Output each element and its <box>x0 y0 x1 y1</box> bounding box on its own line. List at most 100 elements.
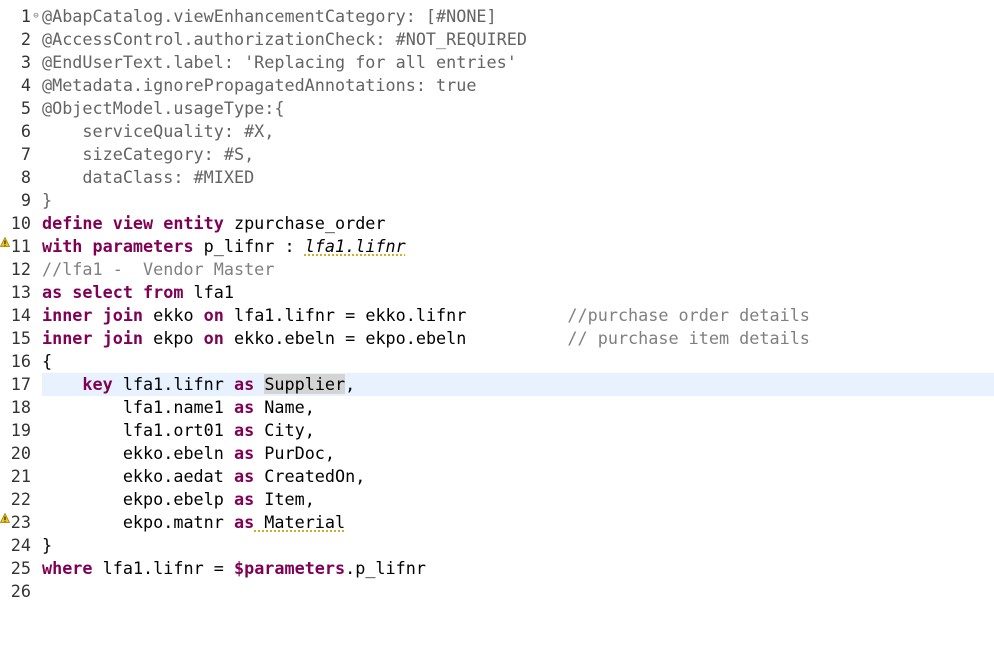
line-number: 18 <box>10 397 31 417</box>
warning-icon[interactable] <box>0 513 10 523</box>
code-text: ekko.aedat <box>42 466 234 486</box>
code-text: lfa1.ort01 <box>42 420 234 440</box>
code-text: } <box>42 535 53 555</box>
keyword: as select from <box>42 282 184 302</box>
code-editor[interactable]: 1 ⊖ 2 3 4 5 6 7 8 9 10 11 12 13 14 15 16… <box>0 0 994 663</box>
annotation-text: @ObjectModel.usageType:{ <box>42 98 285 118</box>
keyword: as <box>233 397 255 417</box>
keyword: as <box>233 420 255 440</box>
code-line: with parameters p_lifnr : lfa1.lifnr <box>42 235 406 258</box>
code-line: inner join ekko on lfa1.lifnr = ekko.lif… <box>42 304 810 327</box>
code-line: @EndUserText.label: 'Replacing for all e… <box>42 51 517 74</box>
comment: //purchase order details <box>567 305 810 325</box>
line-number: 25 <box>10 558 31 578</box>
keyword: as <box>233 489 255 509</box>
code-line: ekpo.matnr as Material <box>42 511 345 534</box>
code-text: , <box>345 374 356 394</box>
code-line: dataClass: #MIXED <box>42 166 254 189</box>
code-line: lfa1.ort01 as City, <box>42 419 315 442</box>
annotation-text: @EndUserText.label: 'Replacing for all e… <box>42 52 517 72</box>
code-text: .p_lifnr <box>345 558 426 578</box>
warning-icon[interactable] <box>0 237 10 247</box>
comment: //lfa1 - Vendor Master <box>42 259 275 279</box>
fold-collapse-icon[interactable]: ⊖ <box>31 5 41 28</box>
code-text: p_lifnr : <box>193 236 305 256</box>
keyword: as <box>233 512 255 532</box>
code-text: ekpo.matnr <box>42 512 234 532</box>
code-text: CreatedOn, <box>254 466 366 486</box>
code-text: ekko.ebeln = ekpo.ebeln <box>223 328 467 348</box>
code-line: where lfa1.lifnr = $parameters.p_lifnr <box>42 557 426 580</box>
code-line: @ObjectModel.usageType:{ <box>42 97 284 120</box>
line-number: 5 <box>20 98 31 118</box>
line-number: 12 <box>10 259 31 279</box>
code-text: zpurchase_order <box>223 213 386 233</box>
code-text: Material <box>254 512 346 532</box>
code-line: define view entity zpurchase_order <box>42 212 386 235</box>
code-text: PurDoc, <box>254 443 336 463</box>
parameter-type: lfa1.lifnr <box>304 236 406 256</box>
line-number: 6 <box>20 121 31 141</box>
alias-occurrence-highlight: Supplier <box>264 374 346 394</box>
line-number: 15 <box>10 328 31 348</box>
code-line: as select from lfa1 <box>42 281 234 304</box>
parameters-keyword: $parameters <box>233 558 346 578</box>
code-line: } <box>42 534 52 557</box>
code-text: lfa1 <box>183 282 234 302</box>
code-text: ekko.ebeln <box>42 443 234 463</box>
line-number: 14 <box>10 305 31 325</box>
code-line: @AbapCatalog.viewEnhancementCategory: [#… <box>42 5 497 28</box>
code-line: sizeCategory: #S, <box>42 143 254 166</box>
code-text: Name, <box>254 397 315 417</box>
annotation-text: @AccessControl.authorizationCheck: #NOT_… <box>42 29 527 49</box>
line-number: 8 <box>20 167 31 187</box>
code-line: ekko.ebeln as PurDoc, <box>42 442 335 465</box>
annotation-text: @Metadata.ignorePropagatedAnnotations: t… <box>42 75 477 95</box>
code-line: } <box>42 189 52 212</box>
annotation-text: } <box>42 190 53 210</box>
code-text: ekpo.ebelp <box>42 489 234 509</box>
code-line-current: key lfa1.lifnr as Supplier, <box>42 373 355 396</box>
line-number: 10 <box>10 213 31 233</box>
code-line: lfa1.name1 as Name, <box>42 396 315 419</box>
keyword: where <box>42 558 93 578</box>
line-number: 16 <box>10 351 31 371</box>
annotation-text: dataClass: #MIXED <box>42 167 255 187</box>
line-number: 3 <box>20 52 31 72</box>
line-number: 22 <box>10 489 31 509</box>
keyword: as <box>233 466 255 486</box>
keyword: as <box>233 443 255 463</box>
line-number: 20 <box>10 443 31 463</box>
keyword: as <box>233 374 255 394</box>
keyword: key <box>82 374 113 394</box>
code-text: lfa1.name1 <box>42 397 234 417</box>
keyword: inner join <box>42 305 144 325</box>
code-line: { <box>42 350 52 373</box>
line-number: 26 <box>10 581 31 601</box>
keyword: inner join <box>42 328 144 348</box>
code-text: lfa1.lifnr <box>112 374 234 394</box>
code-text: ekpo <box>143 328 204 348</box>
code-line: ekpo.ebelp as Item, <box>42 488 315 511</box>
line-number: 7 <box>20 144 31 164</box>
code-text: lfa1.lifnr = ekko.lifnr <box>223 305 467 325</box>
line-number: 1 <box>20 6 31 26</box>
code-text: lfa1.lifnr = <box>92 558 234 578</box>
code-text: ekko <box>143 305 204 325</box>
code-text: Item, <box>254 489 315 509</box>
code-text-area[interactable]: @AbapCatalog.viewEnhancementCategory: [#… <box>42 0 994 663</box>
line-number: 21 <box>10 466 31 486</box>
code-line: inner join ekpo on ekko.ebeln = ekpo.ebe… <box>42 327 810 350</box>
code-line: @AccessControl.authorizationCheck: #NOT_… <box>42 28 527 51</box>
code-text: City, <box>254 420 315 440</box>
line-number: 13 <box>10 282 31 302</box>
annotation-text: @AbapCatalog.viewEnhancementCategory: [#… <box>42 6 497 26</box>
keyword: with parameters <box>42 236 194 256</box>
line-number: 24 <box>10 535 31 555</box>
code-line: @Metadata.ignorePropagatedAnnotations: t… <box>42 74 476 97</box>
line-number: 9 <box>20 190 31 210</box>
line-number: 4 <box>20 75 31 95</box>
